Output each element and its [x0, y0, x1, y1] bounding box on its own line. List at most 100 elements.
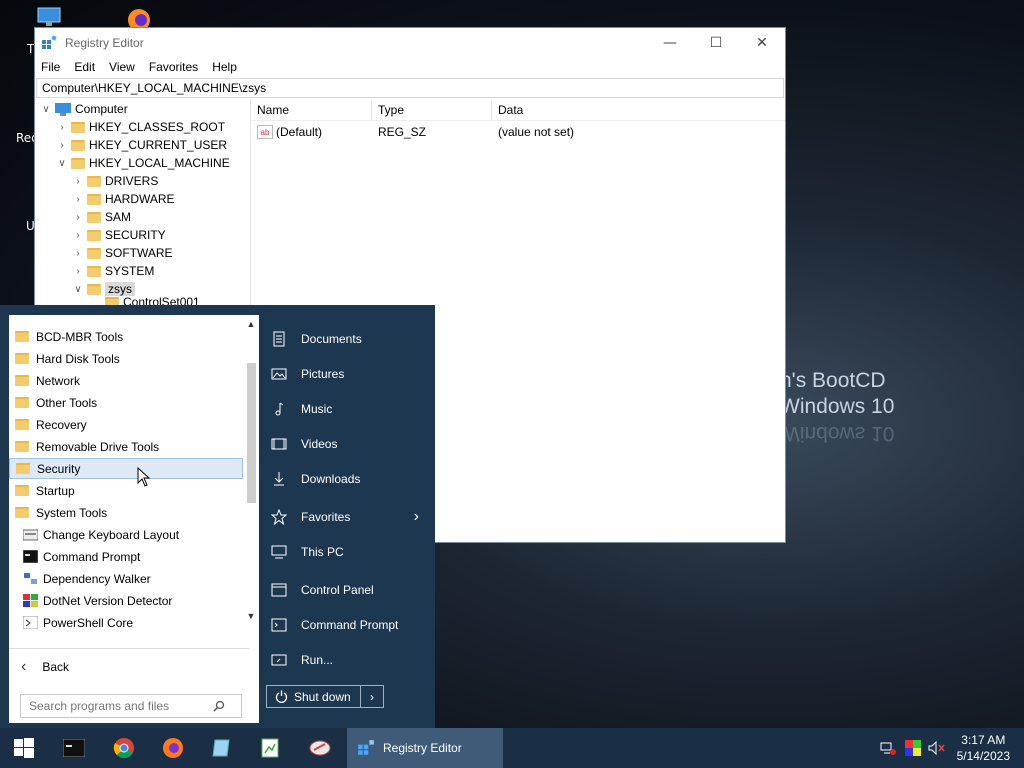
chrome-icon	[113, 738, 134, 759]
table-row[interactable]: ab (Default) REG_SZ (value not set)	[251, 121, 785, 143]
column-header-type[interactable]: Type	[372, 99, 492, 120]
taskbar-notepad[interactable]	[207, 728, 235, 768]
scroll-down-icon[interactable]: ▼	[243, 611, 259, 621]
taskbar-chrome[interactable]	[110, 728, 138, 768]
list-item[interactable]: PowerShell Core	[9, 612, 243, 633]
place-pictures[interactable]: Pictures	[266, 359, 431, 389]
place-label: Music	[301, 402, 333, 416]
menu-edit[interactable]: Edit	[74, 58, 102, 78]
close-button[interactable]: ✕	[739, 28, 785, 58]
chevron-right-icon[interactable]: ›	[55, 140, 69, 151]
list-item[interactable]: Change Keyboard Layout	[9, 524, 243, 545]
wallpaper-brand-line: n's BootCD	[780, 369, 886, 392]
tree-node-hardware[interactable]: › HARDWARE	[71, 190, 174, 208]
chevron-right-icon[interactable]: ›	[55, 122, 69, 133]
title-bar[interactable]: Registry Editor — ☐ ✕	[35, 28, 785, 58]
folder-icon	[15, 419, 29, 430]
desktop-icon-this-pc[interactable]	[36, 6, 64, 28]
tray-volume[interactable]	[927, 728, 947, 768]
chevron-right-icon[interactable]: ›	[71, 176, 85, 187]
list-item[interactable]: Removable Drive Tools	[9, 436, 243, 457]
list-item[interactable]: Command Prompt	[9, 546, 243, 567]
chevron-right-icon[interactable]: ›	[71, 230, 85, 241]
menu-help[interactable]: Help	[212, 58, 244, 78]
place-run[interactable]: Run...	[266, 645, 431, 675]
chevron-right-icon[interactable]: ›	[71, 212, 85, 223]
wallpaper-brand-reflection: Windows 10	[780, 422, 895, 445]
start-button[interactable]	[0, 728, 48, 768]
wallpaper-brand: n's BootCD Windows 10 Windows 10	[780, 368, 894, 446]
chevron-right-icon[interactable]: ›	[71, 266, 85, 277]
tree-node-zsys[interactable]: ∨ zsys	[71, 280, 135, 298]
list-item[interactable]: BCD-MBR Tools	[9, 326, 243, 347]
list-item[interactable]: System Tools	[9, 502, 243, 523]
programs-list: BCD-MBR Tools Hard Disk Tools Network Ot…	[9, 315, 259, 723]
computer-icon	[271, 545, 287, 559]
chevron-right-icon[interactable]: ›	[71, 194, 85, 205]
taskbar-command-prompt[interactable]	[60, 728, 88, 768]
list-item[interactable]: Network	[9, 370, 243, 391]
tree-node-security[interactable]: › SECURITY	[71, 226, 165, 244]
programs-scrollbar[interactable]: ▲ ▼	[243, 315, 259, 633]
shutdown-options-button[interactable]: ›	[361, 690, 383, 704]
place-this-pc[interactable]: This PC	[266, 537, 431, 567]
list-item[interactable]: Other Tools	[9, 392, 243, 413]
tree-node-hkey-local-machine[interactable]: ∨ HKEY_LOCAL_MACHINE	[55, 154, 230, 172]
taskbar-tool[interactable]	[306, 728, 334, 768]
tree-node-label: zsys	[105, 282, 135, 296]
place-control-panel[interactable]: Control Panel	[266, 575, 431, 605]
back-button[interactable]: ‹ Back	[17, 657, 69, 677]
list-item[interactable]: Dependency Walker	[9, 568, 243, 589]
chevron-right-icon[interactable]: ›	[71, 248, 85, 259]
tree-node-hkey-current-user[interactable]: › HKEY_CURRENT_USER	[55, 136, 227, 154]
menu-favorites[interactable]: Favorites	[149, 58, 205, 78]
place-downloads[interactable]: Downloads	[266, 464, 431, 494]
tree-node-computer[interactable]: ∨ Computer	[39, 100, 127, 118]
search-icon[interactable]	[213, 700, 225, 712]
scrollbar-thumb[interactable]	[247, 363, 256, 503]
menu-view[interactable]: View	[109, 58, 142, 78]
list-item-label: System Tools	[36, 505, 108, 520]
column-header-data[interactable]: Data	[492, 99, 776, 120]
chevron-down-icon[interactable]: ∨	[71, 284, 85, 295]
place-documents[interactable]: Documents	[266, 324, 431, 354]
search-input[interactable]	[29, 699, 209, 713]
folder-icon	[15, 397, 29, 408]
document-icon	[273, 331, 285, 347]
place-videos[interactable]: Videos	[266, 429, 431, 459]
taskbar-firefox[interactable]	[159, 728, 187, 768]
shutdown-button[interactable]: Shut down	[267, 686, 361, 707]
tray-network[interactable]	[878, 728, 898, 768]
chevron-down-icon[interactable]: ∨	[39, 104, 53, 115]
maximize-button[interactable]: ☐	[693, 28, 739, 58]
taskbar-spreadsheet[interactable]	[256, 728, 284, 768]
tree-node-label: HKEY_LOCAL_MACHINE	[89, 156, 230, 170]
list-item[interactable]: Hard Disk Tools	[9, 348, 243, 369]
place-music[interactable]: Music	[266, 394, 431, 424]
folder-icon	[87, 211, 101, 223]
list-item[interactable]: Recovery	[9, 414, 243, 435]
place-favorites[interactable]: Favorites ›	[266, 502, 431, 532]
column-header-name[interactable]: Name	[251, 99, 372, 120]
place-command-prompt[interactable]: Command Prompt	[266, 610, 431, 640]
menu-file[interactable]: File	[41, 58, 67, 78]
music-icon	[275, 402, 284, 416]
address-bar[interactable]: Computer\HKEY_LOCAL_MACHINE\zsys	[36, 78, 784, 98]
taskbar-registry-editor[interactable]: Registry Editor	[347, 728, 503, 768]
scroll-up-icon[interactable]: ▲	[243, 319, 259, 329]
list-item-selected[interactable]: Security	[9, 458, 243, 479]
tree-node-drivers[interactable]: › DRIVERS	[71, 172, 158, 190]
list-item[interactable]: Startup	[9, 480, 243, 501]
tree-node-hkey-classes-root[interactable]: › HKEY_CLASSES_ROOT	[55, 118, 225, 136]
minimize-icon: —	[663, 35, 677, 51]
taskbar-clock[interactable]: 3:17 AM 5/14/2023	[957, 732, 1010, 764]
tree-node-software[interactable]: › SOFTWARE	[71, 244, 172, 262]
tray-color-tool[interactable]	[903, 728, 923, 768]
minimize-button[interactable]: —	[647, 28, 693, 58]
list-item[interactable]: DotNet Version Detector	[9, 590, 243, 611]
tree-node-system[interactable]: › SYSTEM	[71, 262, 154, 280]
divider	[9, 648, 249, 649]
chevron-down-icon[interactable]: ∨	[55, 158, 69, 169]
search-box[interactable]	[20, 694, 242, 718]
tree-node-sam[interactable]: › SAM	[71, 208, 131, 226]
